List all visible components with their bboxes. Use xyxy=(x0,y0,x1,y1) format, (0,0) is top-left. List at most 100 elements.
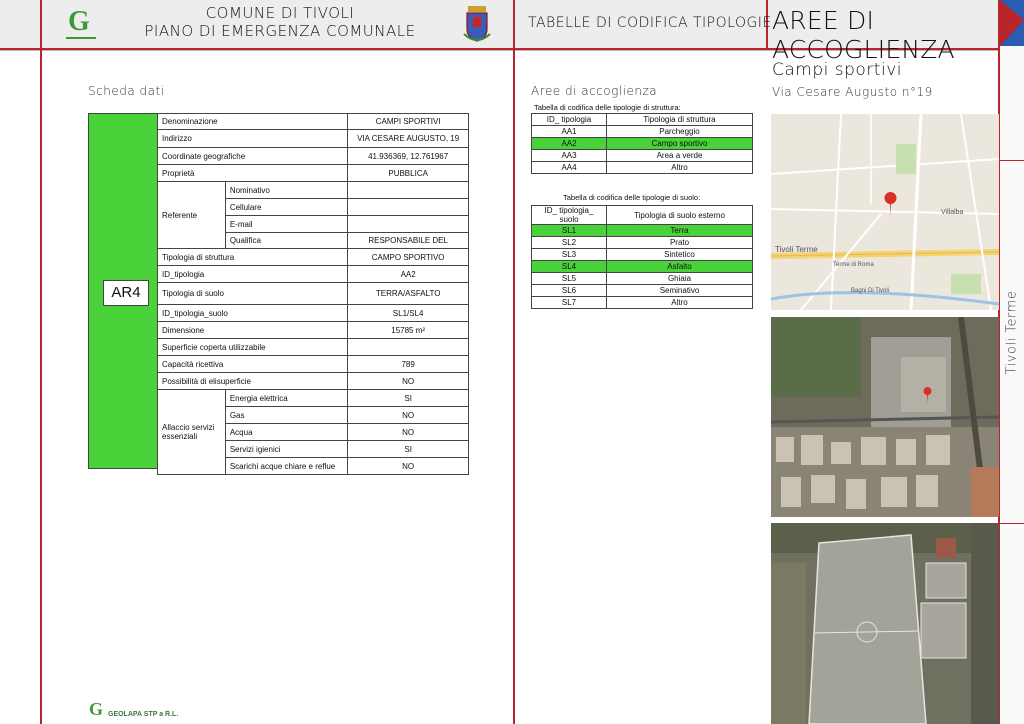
row-value: SI xyxy=(347,389,469,407)
comune-logo-icon: G xyxy=(68,6,90,37)
column-header: ID_ tipologia_ suolo xyxy=(531,205,607,225)
row-label: Superficie coperta utilizzabile xyxy=(156,338,349,356)
table-row: ID_tipologia_suolo SL1/SL4 xyxy=(156,304,469,322)
table-row: Coordinate geografiche 41.936369, 12.7619… xyxy=(156,147,469,165)
row-label: Tipologia di suolo xyxy=(156,282,349,305)
row-label: ID_tipologia_suolo xyxy=(156,304,349,322)
row-label: Scarichi acque chiare e reflue xyxy=(224,457,349,475)
struttura-caption: Tabella di codifica delle tipologie di s… xyxy=(534,103,681,112)
row-value: AA2 xyxy=(347,265,469,283)
description-cell: Campo sportivo xyxy=(606,137,753,150)
table-header-row: ID_ tipologia Tipologia di struttura xyxy=(531,113,753,126)
row-value: 15785 m² xyxy=(347,321,469,339)
map-label: Tivoli Terme xyxy=(775,245,818,254)
table-row: Possibilità di elisuperficie NO xyxy=(156,372,469,390)
suolo-caption: Tabella di codifica delle tipologie di s… xyxy=(563,193,701,202)
table-row: Indirizzo VIA CESARE AUGUSTO, 19 xyxy=(156,129,469,148)
row-value xyxy=(347,198,469,216)
code-cell: SL2 xyxy=(531,236,607,249)
table-row: Superficie coperta utilizzabile xyxy=(156,338,469,356)
table-row: SL7 Altro xyxy=(531,296,753,309)
side-tick xyxy=(1000,523,1024,524)
code-cell: SL4 xyxy=(531,260,607,273)
row-label: Nominativo xyxy=(224,181,349,199)
column-divider xyxy=(513,0,515,724)
column-header: ID_ tipologia xyxy=(531,113,607,126)
allaccio-label: Allaccio servizi essenziali xyxy=(157,389,226,475)
row-value: 789 xyxy=(347,355,469,373)
row-value: NO xyxy=(347,457,469,475)
row-value: 41.936369, 12.761967 xyxy=(347,147,469,165)
table-row: AA1 Parcheggio xyxy=(531,125,753,138)
scheda-table: Denominazione CAMPI SPORTIVI Indirizzo VIA… xyxy=(156,113,469,475)
row-label: Capacità ricettiva xyxy=(156,355,349,373)
comune-logo-underline xyxy=(66,37,96,39)
code-cell: SL6 xyxy=(531,284,607,297)
row-label: Coordinate geografiche xyxy=(156,147,349,165)
site-title: Campi sportivi xyxy=(772,60,902,80)
referente-label: Referente xyxy=(157,181,226,249)
description-cell: Seminativo xyxy=(606,284,753,297)
comune-name: COMUNE DI TIVOLI xyxy=(205,4,355,22)
code-cell: AA1 xyxy=(531,125,607,138)
description-cell: Parcheggio xyxy=(606,125,753,138)
row-label: Acqua xyxy=(224,423,349,441)
description-cell: Altro xyxy=(606,161,753,174)
row-label: Qualifica xyxy=(224,232,349,249)
row-label: Possibilità di elisuperficie xyxy=(156,372,349,390)
row-label: Proprietà xyxy=(156,164,349,182)
row-value: RESPONSABILE DEL xyxy=(347,232,469,249)
column-header: Tipologia di suolo esterno xyxy=(606,205,753,225)
row-label: ID_tipologia xyxy=(156,265,349,283)
row-label: Cellulare xyxy=(224,198,349,216)
description-cell: Asfalto xyxy=(606,260,753,273)
table-row: AA2 Campo sportivo xyxy=(531,137,753,150)
row-value: PUBBLICA xyxy=(347,164,469,182)
code-cell: AA2 xyxy=(531,137,607,150)
comune-title: COMUNE DI TIVOLI PIANO DI EMERGENZA COMU… xyxy=(130,4,430,40)
row-label: E-mail xyxy=(224,215,349,233)
table-row: SL1 Terra xyxy=(531,224,753,237)
table-row: Capacità ricettiva 789 xyxy=(156,355,469,373)
description-cell: Area a verde xyxy=(606,149,753,162)
code-cell: SL7 xyxy=(531,296,607,309)
row-label: Tipologia di struttura xyxy=(156,248,349,266)
geolapa-logo-icon: G xyxy=(89,699,104,719)
table-row: Tipologia di struttura CAMPO SPORTIVO xyxy=(156,248,469,266)
page-title: AREE DI ACCOGLIENZA xyxy=(772,6,955,64)
row-label: Indirizzo xyxy=(156,129,349,148)
row-value: SL1/SL4 xyxy=(347,304,469,322)
row-value: SI xyxy=(347,440,469,458)
row-value: NO xyxy=(347,406,469,424)
table-row: SL5 Ghiaia xyxy=(531,272,753,285)
row-value xyxy=(347,338,469,356)
area-code-label: AR4 xyxy=(103,280,149,306)
aree-heading: Aree di accoglienza xyxy=(531,84,658,98)
table-row: SL4 Asfalto xyxy=(531,260,753,273)
description-cell: Altro xyxy=(606,296,753,309)
aerial-photo-field xyxy=(771,523,999,724)
table-row: Tipologia di suolo TERRA/ASFALTO xyxy=(156,282,469,305)
table-row: ID_tipologia AA2 xyxy=(156,265,469,283)
row-value: VIA CESARE AUGUSTO, 19 xyxy=(347,129,469,148)
row-value: CAMPO SPORTIVO xyxy=(347,248,469,266)
struttura-table: ID_ tipologia Tipologia di struttura AA1 P… xyxy=(531,113,753,174)
coat-of-arms-icon xyxy=(460,4,494,46)
table-header-row: ID_ tipologia_ suolo Tipologia di suolo e… xyxy=(531,205,753,225)
map-label: Villalba xyxy=(941,209,964,216)
description-cell: Sintetico xyxy=(606,248,753,261)
table-row: Dimensione 15785 m² xyxy=(156,321,469,339)
margin-line-left xyxy=(40,0,42,724)
row-value: NO xyxy=(347,423,469,441)
row-value xyxy=(347,215,469,233)
description-cell: Terra xyxy=(606,224,753,237)
site-address: Via Cesare Augusto n°19 xyxy=(772,85,933,99)
map-label: Terme di Roma xyxy=(833,262,874,268)
row-value: TERRA/ASFALTO xyxy=(347,282,469,305)
row-value: CAMPI SPORTIVI xyxy=(347,113,469,130)
table-row: Denominazione CAMPI SPORTIVI xyxy=(156,113,469,130)
column-header: Tipologia di struttura xyxy=(606,113,753,126)
suolo-table: ID_ tipologia_ suolo Tipologia di suolo e… xyxy=(531,205,753,309)
aerial-photo-wide xyxy=(771,317,999,517)
code-cell: SL5 xyxy=(531,272,607,285)
